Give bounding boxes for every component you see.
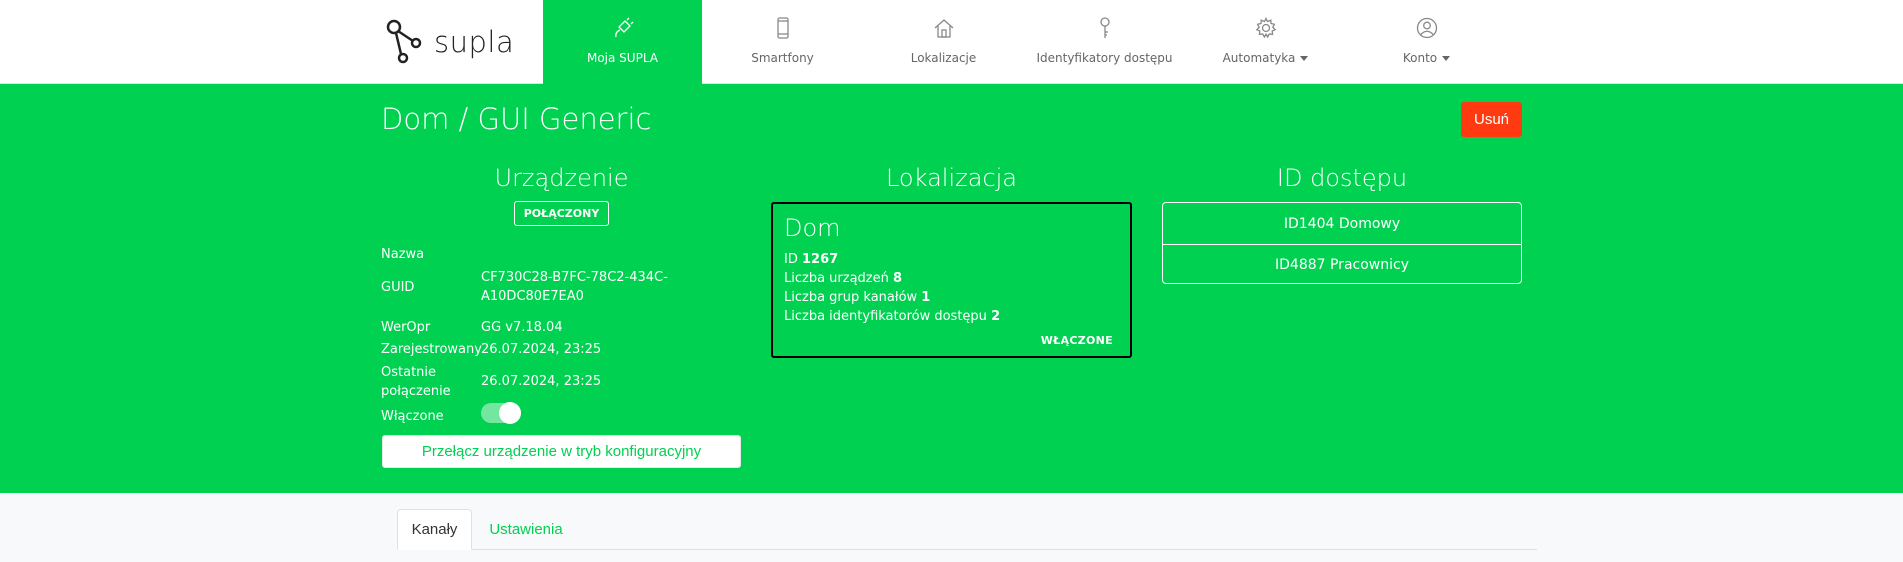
nav-item-lokalizacje[interactable]: Lokalizacje bbox=[863, 0, 1024, 84]
nav-item-identyfikatory-dostepu[interactable]: Identyfikatory dostępu bbox=[1024, 0, 1185, 84]
caret-down-icon bbox=[1300, 56, 1309, 61]
page-title: Dom / GUI Generic bbox=[381, 102, 652, 136]
location-name: Dom bbox=[784, 214, 841, 242]
access-id-item[interactable]: ID4887 Pracownicy bbox=[1163, 244, 1521, 285]
access-ids-count-value: 2 bbox=[991, 309, 1001, 324]
location-heading: Lokalizacja bbox=[885, 164, 1018, 192]
nav-item-konto[interactable]: Konto bbox=[1346, 0, 1507, 84]
delete-button[interactable]: Usuń bbox=[1461, 102, 1522, 137]
device-details-panel: Dom / GUI Generic Usuń Urządzenie POŁĄCZ… bbox=[0, 84, 1903, 493]
registered-label: Zarejestrowany bbox=[381, 342, 482, 357]
key-icon bbox=[1092, 15, 1118, 41]
gear-icon bbox=[1253, 15, 1279, 41]
last-connected-value: 26.07.2024, 23:25 bbox=[481, 374, 602, 389]
enabled-toggle[interactable] bbox=[481, 402, 521, 424]
guid-value: CF730C28-B7FC-78C2-434C- A10DC80E7EA0 bbox=[481, 268, 668, 306]
caret-down-icon bbox=[1442, 56, 1451, 61]
nav-label: Lokalizacje bbox=[910, 51, 977, 65]
firmware-label: WerOpr bbox=[381, 320, 431, 335]
groups-count-value: 1 bbox=[921, 290, 931, 305]
tab-ustawienia[interactable]: Ustawienia bbox=[478, 509, 574, 550]
supla-logo-icon bbox=[386, 19, 422, 64]
nav-item-smartfony[interactable]: Smartfony bbox=[702, 0, 863, 84]
access-id-item[interactable]: ID1404 Domowy bbox=[1163, 203, 1521, 244]
access-ids-list: ID1404 Domowy ID4887 Pracownicy bbox=[1162, 202, 1522, 284]
location-card[interactable]: Dom ID 1267 Liczba urządzeń 8 Liczba gru… bbox=[771, 202, 1132, 358]
firmware-value: GG v7.18.04 bbox=[481, 320, 563, 335]
status-badge: POŁĄCZONY bbox=[514, 201, 609, 226]
plug-icon bbox=[610, 15, 636, 41]
last-connected-label: Ostatnie połączenie bbox=[381, 363, 451, 401]
nav-item-automatyka[interactable]: Automatyka bbox=[1185, 0, 1346, 84]
access-ids-count-label: Liczba identyfikatorów dostępu bbox=[784, 309, 987, 324]
nav-item-moja-supla[interactable]: Moja SUPLA bbox=[543, 0, 702, 84]
registered-value: 26.07.2024, 23:25 bbox=[481, 342, 602, 357]
config-mode-button[interactable]: Przełącz urządzenie w tryb konfiguracyjn… bbox=[382, 435, 741, 468]
brand-name: supla bbox=[434, 25, 515, 59]
home-icon bbox=[931, 15, 957, 41]
toggle-knob bbox=[499, 402, 521, 424]
enabled-label: Włączone bbox=[381, 409, 444, 424]
name-label: Nazwa bbox=[381, 247, 425, 262]
devices-count-label: Liczba urządzeń bbox=[784, 271, 889, 286]
location-id-value: 1267 bbox=[802, 252, 839, 267]
device-heading: Urządzenie bbox=[494, 164, 629, 192]
groups-count-label: Liczba grup kanałów bbox=[784, 290, 918, 305]
guid-label: GUID bbox=[381, 280, 415, 295]
brand-logo[interactable]: supla bbox=[386, 18, 516, 66]
label-line: Ostatnie bbox=[381, 365, 437, 380]
nav-label: Smartfony bbox=[751, 51, 814, 65]
location-access-ids-count: Liczba identyfikatorów dostępu 2 bbox=[784, 309, 1000, 324]
devices-count-value: 8 bbox=[893, 271, 903, 286]
smartphone-icon bbox=[770, 15, 796, 41]
location-state-badge: WŁĄCZONE bbox=[1040, 334, 1113, 347]
nav-label: Moja SUPLA bbox=[586, 51, 658, 65]
tab-kanaly[interactable]: Kanały bbox=[397, 509, 472, 550]
location-groups-count: Liczba grup kanałów 1 bbox=[784, 290, 930, 305]
guid-value-line: A10DC80E7EA0 bbox=[481, 289, 584, 304]
location-id-label: ID bbox=[784, 252, 798, 267]
guid-value-line: CF730C28-B7FC-78C2-434C- bbox=[481, 270, 668, 285]
user-icon bbox=[1414, 15, 1440, 41]
top-navbar: supla Moja SUPLA Smartfony Lokalizacje I… bbox=[0, 0, 1903, 84]
access-ids-heading: ID dostępu bbox=[1276, 164, 1408, 192]
location-devices-count: Liczba urządzeń 8 bbox=[784, 271, 902, 286]
nav-label: Identyfikatory dostępu bbox=[1036, 51, 1173, 65]
nav-label: Konto bbox=[1402, 51, 1438, 65]
nav-label: Automatyka bbox=[1222, 51, 1296, 65]
location-id: ID 1267 bbox=[784, 252, 838, 267]
label-line: połączenie bbox=[381, 384, 451, 399]
